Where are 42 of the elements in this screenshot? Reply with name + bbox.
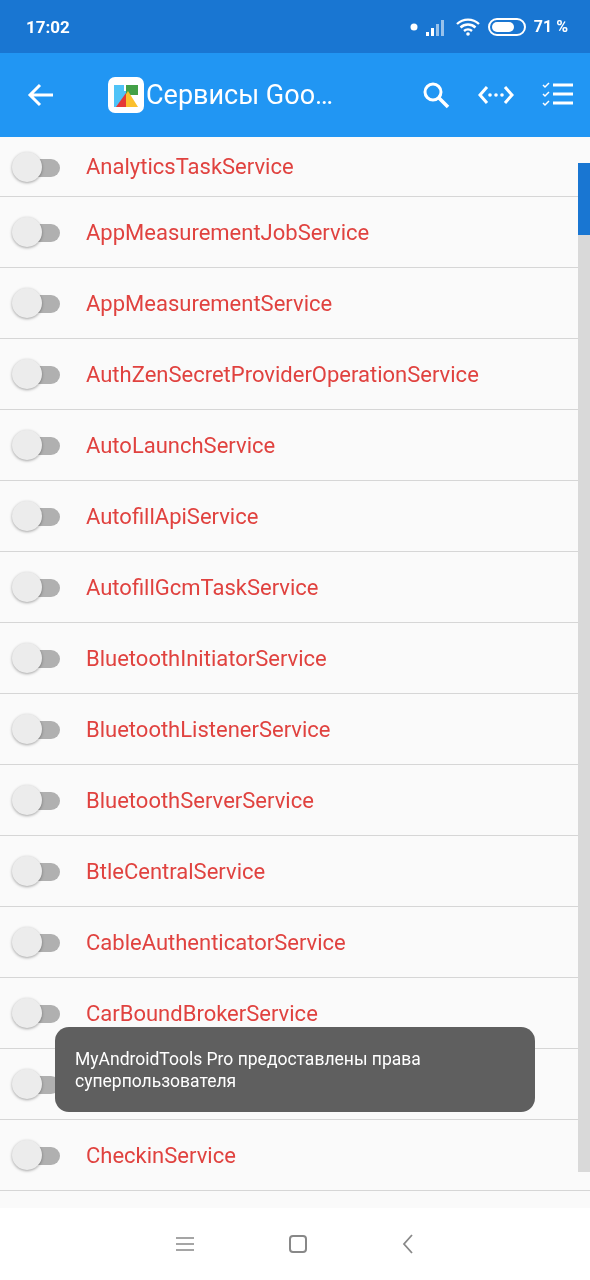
notification-dot-icon [409, 22, 418, 31]
service-name: BluetoothListenerService [86, 716, 331, 742]
service-name: AutofillApiService [86, 503, 259, 529]
toggle-switch[interactable] [12, 288, 62, 318]
service-name: BtleCentralService [86, 858, 266, 884]
service-name: CableAuthenticatorService [86, 929, 346, 955]
home-button[interactable] [289, 1235, 307, 1253]
wifi-icon [455, 17, 480, 36]
toggle-switch[interactable] [12, 714, 62, 744]
service-name: AuthZenSecretProviderOperationService [86, 361, 479, 387]
service-name: AnalyticsTaskService [86, 154, 294, 179]
service-name: CarBoundBrokerService [86, 1000, 318, 1026]
service-name: BluetoothInitiatorService [86, 645, 327, 671]
toggle-switch[interactable] [12, 1140, 62, 1170]
toast-message: MyAndroidTools Pro предоставлены права суперпользователя [75, 1047, 422, 1092]
toggle-switch[interactable] [12, 151, 62, 182]
toggle-switch[interactable] [12, 359, 62, 389]
toggle-switch[interactable] [12, 572, 62, 602]
toggle-switch[interactable] [12, 927, 62, 957]
toggle-switch[interactable] [12, 998, 62, 1028]
battery-percent: 71 % [533, 17, 568, 36]
puzzle-app-icon [108, 77, 144, 113]
service-name: CheckinService [86, 1142, 236, 1168]
back-nav-button[interactable] [402, 1234, 414, 1254]
toggle-switch[interactable] [12, 856, 62, 886]
service-name: AppMeasurementJobService [86, 219, 370, 245]
toggle-switch[interactable] [12, 785, 62, 815]
menu-button[interactable] [176, 1236, 194, 1252]
search-button[interactable] [422, 81, 450, 109]
service-name: AutoLaunchService [86, 432, 276, 458]
status-time: 17:02 [26, 16, 71, 37]
toggle-switch[interactable] [12, 501, 62, 531]
scrollbar[interactable] [578, 163, 590, 1172]
checklist-button[interactable] [542, 81, 574, 109]
service-name: AutofillGcmTaskService [86, 574, 319, 600]
toggle-switch[interactable] [12, 217, 62, 247]
toggle-switch[interactable] [12, 643, 62, 673]
toggle-switch[interactable] [12, 430, 62, 460]
toolbar-title: Сервисы Goo… [146, 79, 335, 111]
battery-icon [487, 17, 526, 36]
service-name: BluetoothServerService [86, 787, 314, 813]
service-name: AppMeasurementService [86, 290, 333, 316]
